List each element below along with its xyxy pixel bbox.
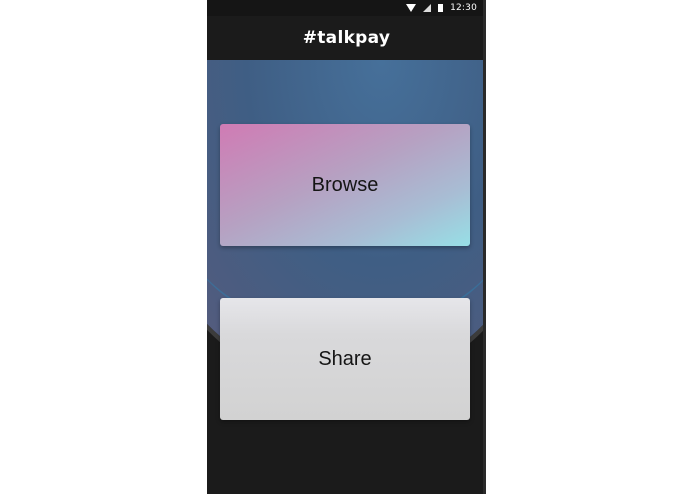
- share-button[interactable]: Share: [220, 298, 470, 420]
- app-title: #talkpay: [302, 28, 391, 48]
- status-time: 12:30: [450, 3, 477, 13]
- wifi-icon: [406, 4, 417, 12]
- app-bar: #talkpay: [207, 16, 486, 60]
- signal-icon: [423, 4, 432, 12]
- browse-button-label: Browse: [311, 173, 379, 196]
- status-bar: 12:30: [207, 0, 486, 16]
- main-content: Browse Share: [207, 60, 484, 494]
- phone-screen: 12:30 #talkpay Browse Share: [207, 0, 486, 494]
- battery-icon: [438, 4, 444, 12]
- share-button-label: Share: [318, 347, 372, 370]
- page: 12:30 #talkpay Browse Share: [0, 0, 695, 494]
- phone-edge: [483, 0, 486, 494]
- browse-button[interactable]: Browse: [220, 124, 470, 246]
